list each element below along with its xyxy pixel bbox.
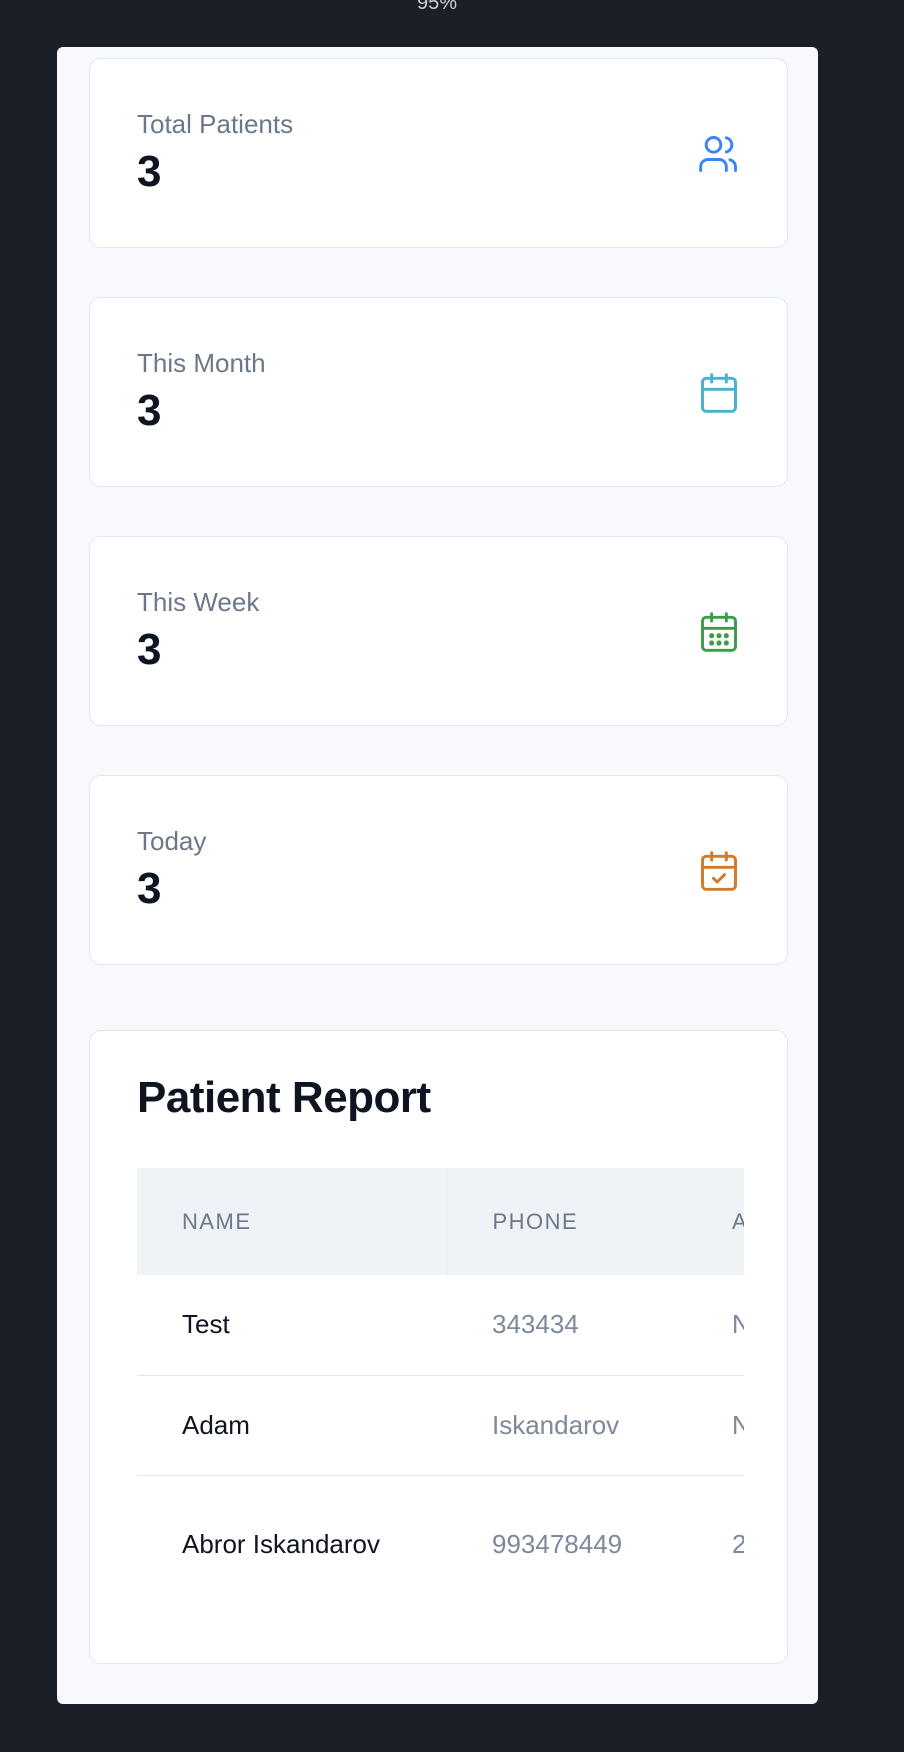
calendar-check-icon <box>701 851 737 891</box>
table-row[interactable]: Abror Iskandarov 993478449 2 <box>137 1475 744 1608</box>
table-row[interactable]: Adam Iskandarov N <box>137 1375 744 1476</box>
stat-card-today: Today 3 <box>89 775 788 965</box>
stat-value: 3 <box>137 625 162 674</box>
column-header-phone[interactable]: PHONE <box>447 1168 687 1275</box>
patient-report-card: Patient Report NAME PHONE A Test 343434 … <box>89 1030 788 1664</box>
patient-table: NAME PHONE A Test 343434 N Adam Iskandar… <box>137 1168 744 1608</box>
table-row[interactable]: Test 343434 N <box>137 1275 744 1376</box>
dashboard-panel: Total Patients 3 This Month 3 This Week … <box>57 47 818 1704</box>
stat-card-total-patients: Total Patients 3 <box>89 58 788 248</box>
cell-name: Adam <box>137 1375 447 1476</box>
users-icon <box>699 136 737 172</box>
stat-value: 3 <box>137 386 162 435</box>
cell-extra: N <box>687 1275 744 1376</box>
cell-name: Test <box>137 1275 447 1376</box>
column-header-third[interactable]: A <box>687 1168 744 1275</box>
cell-phone: 993478449 <box>492 1528 623 1559</box>
cell-phone: Iskandarov <box>447 1375 687 1476</box>
stat-value: 3 <box>137 864 162 913</box>
cell-phone: 343434 <box>447 1275 687 1376</box>
cell-extra: N <box>687 1375 744 1476</box>
report-title: Patient Report <box>137 1073 431 1122</box>
zoom-level: 95% <box>416 0 458 14</box>
calendar-grid-icon <box>701 612 737 652</box>
column-header-name[interactable]: NAME <box>137 1168 448 1275</box>
stat-value: 3 <box>137 147 162 196</box>
calendar-icon <box>701 373 737 413</box>
table-header-row: NAME PHONE A <box>137 1168 744 1275</box>
cell-extra: 2 <box>687 1475 744 1608</box>
stat-label: Total Patients <box>137 109 294 139</box>
stat-card-this-week: This Week 3 <box>89 536 788 726</box>
stat-label: This Month <box>137 348 266 378</box>
stat-label: This Week <box>137 587 260 617</box>
stat-label: Today <box>137 826 207 856</box>
stat-card-this-month: This Month 3 <box>89 297 788 487</box>
patient-table-scroll[interactable]: NAME PHONE A Test 343434 N Adam Iskandar… <box>137 1168 744 1608</box>
cell-name: Abror Iskandarov <box>182 1528 380 1559</box>
